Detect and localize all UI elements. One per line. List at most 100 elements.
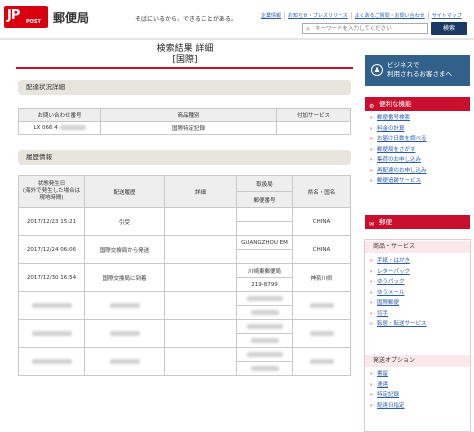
redacted-cell <box>18 319 85 348</box>
row-status: 国際交換局に到着 <box>84 263 165 292</box>
mail-header: ✉ 郵便 <box>365 215 470 229</box>
row-date: 2017/12/23 15:21 <box>18 207 85 236</box>
search-icon: ⌕ <box>306 25 310 33</box>
link-delivery-days[interactable]: お届け日数を調べる <box>369 134 471 145</box>
mail-header-label: 郵便 <box>379 218 392 226</box>
jp-post-logo[interactable]: JP POST <box>4 6 48 28</box>
link-press[interactable]: お知らせ・プレスリリース <box>284 12 351 19</box>
link-express[interactable]: 速達 <box>369 380 471 391</box>
link-specified-record[interactable]: 特定記録 <box>369 390 471 401</box>
link-faq[interactable]: よくあるご質問・お問い合わせ <box>350 12 428 19</box>
link-sitemap[interactable]: サイトマップ <box>427 12 465 19</box>
title-divider <box>16 67 353 69</box>
redacted-cell <box>164 291 237 320</box>
row-postal <box>236 249 293 264</box>
row-detail <box>164 263 237 292</box>
table-row: 2017/12/23 15:21 引受 CHINA <box>18 207 351 236</box>
col-postal: 郵便番号 <box>236 191 293 208</box>
gear-icon: ⚙ <box>369 103 375 110</box>
page-title-line2: [国際] <box>172 55 198 65</box>
services-list: 手紙・はがき レターパック ゆうパック ゆうメール 国際郵便 切手 転居・転送サ… <box>369 256 471 330</box>
status-table: お問い合わせ番号 商品種別 付加サービス LX 066 4 国際特定記録 <box>18 108 351 135</box>
link-redelivery-request[interactable]: 再配達のお申し込み <box>369 166 471 177</box>
col-item-type: 商品種別 <box>100 108 277 122</box>
link-postal-code-search[interactable]: 郵便番号検索 <box>369 113 471 124</box>
row-office: GUANGZHOU EM <box>236 235 293 250</box>
search-button[interactable]: 検索 <box>431 22 467 35</box>
row-office <box>236 207 293 222</box>
business-button-label: ビジネスで 利用されるお客さまへ <box>387 61 452 78</box>
link-letterpack[interactable]: レターパック <box>369 267 471 278</box>
page-title-line1: 検索結果 詳細 <box>156 44 214 54</box>
person-icon: ♟ <box>371 64 383 76</box>
redacted-cell <box>84 347 165 376</box>
row-status: 引受 <box>84 207 165 236</box>
row-status: 国際交換局から発送 <box>84 235 165 264</box>
col-region: 県名・国名 <box>292 175 351 208</box>
redacted-cell <box>236 333 293 348</box>
link-pickup-request[interactable]: 集荷のお申し込み <box>369 155 471 166</box>
services-subheader: 商品・サービス <box>365 241 470 253</box>
col-status: 配送履歴 <box>84 175 165 208</box>
link-stamps[interactable]: 切手 <box>369 309 471 320</box>
top-links: 企業情報 お知らせ・プレスリリース よくあるご質問・お問い合わせ サイトマップ <box>258 12 474 19</box>
redacted-cell <box>292 319 351 348</box>
row-office: 川崎東郵便局 <box>236 263 293 278</box>
logo-glyph: JP <box>7 8 20 23</box>
link-international-mail[interactable]: 国際郵便 <box>369 298 471 309</box>
col-extra-service: 付加サービス <box>276 108 351 122</box>
redacted-cell <box>18 347 85 376</box>
table-row-redacted <box>18 347 351 376</box>
link-tracking-service[interactable]: 郵便追跡サービス <box>369 176 471 187</box>
link-yu-pack[interactable]: ゆうパック <box>369 277 471 288</box>
table-row-redacted <box>18 291 351 320</box>
row-date: 2017/12/24 06:06 <box>18 235 85 264</box>
row-postal <box>236 221 293 236</box>
table-row: 2017/12/30 16:54 国際交換局に到着 川崎東郵便局 神奈川県 <box>18 263 351 292</box>
section-delivery-status: 配達状況詳細 <box>18 80 351 95</box>
table-row-redacted <box>18 319 351 348</box>
search-input[interactable] <box>315 25 425 33</box>
link-company-info[interactable]: 企業情報 <box>258 12 284 19</box>
redacted-cell <box>164 319 237 348</box>
redacted-cell <box>84 291 165 320</box>
useful-functions-list: 郵便番号検索 料金の計算 お届け日数を調べる 郵便局をさがす 集荷のお申し込み … <box>369 113 471 187</box>
redacted-cell <box>236 291 293 306</box>
extra-service-cell <box>276 121 351 135</box>
link-registered[interactable]: 書留 <box>369 369 471 380</box>
link-forwarding-service[interactable]: 転居・転送サービス <box>369 319 471 330</box>
header-divider <box>0 38 474 40</box>
business-customers-button[interactable]: ♟ ビジネスで 利用されるお客さまへ <box>365 55 470 86</box>
redacted-cell <box>292 291 351 320</box>
redacted-cell <box>236 305 293 320</box>
options-subheader: 発送オプション <box>365 355 470 367</box>
link-find-post-office[interactable]: 郵便局をさがす <box>369 145 471 156</box>
brand-name[interactable]: 郵便局 <box>53 9 89 26</box>
item-type-cell: 国際特定記録 <box>100 121 277 135</box>
link-delivery-date[interactable]: 配達日指定 <box>369 401 471 412</box>
link-yu-mail[interactable]: ゆうメール <box>369 288 471 299</box>
history-table: 状態発生日 (海外で発生した場合は現地時間) 配送履歴 詳細 取扱局 県名・国名… <box>18 175 351 376</box>
options-list: 書留 速達 特定記録 配達日指定 <box>369 369 471 411</box>
redacted-cell <box>18 291 85 320</box>
redacted-block <box>59 125 86 130</box>
envelope-icon: ✉ <box>369 221 375 228</box>
link-letters-postcards[interactable]: 手紙・はがき <box>369 256 471 267</box>
page-title: 検索結果 詳細 [国際] <box>120 44 250 66</box>
search-box: ⌕ <box>302 23 428 34</box>
row-detail <box>164 207 237 236</box>
useful-functions-header: ⚙ 便利な機能 <box>365 97 470 111</box>
link-fee-calculation[interactable]: 料金の計算 <box>369 124 471 135</box>
tagline: そばにいるから、できることがある。 <box>135 16 237 23</box>
site-header: JP POST 郵便局 そばにいるから、できることがある。 企業情報 お知らせ・… <box>0 0 474 40</box>
row-region: 神奈川県 <box>292 263 351 292</box>
table-row: 2017/12/24 06:06 国際交換局から発送 GUANGZHOU EM … <box>18 235 351 264</box>
col-office: 取扱局 <box>236 175 293 192</box>
col-date: 状態発生日 (海外で発生した場合は現地時間) <box>18 175 85 208</box>
redacted-cell <box>236 347 293 362</box>
tracking-number-cell: LX 066 4 <box>18 121 101 135</box>
redacted-cell <box>164 347 237 376</box>
redacted-cell <box>292 347 351 376</box>
row-region: CHINA <box>292 207 351 236</box>
redacted-cell <box>236 361 293 376</box>
